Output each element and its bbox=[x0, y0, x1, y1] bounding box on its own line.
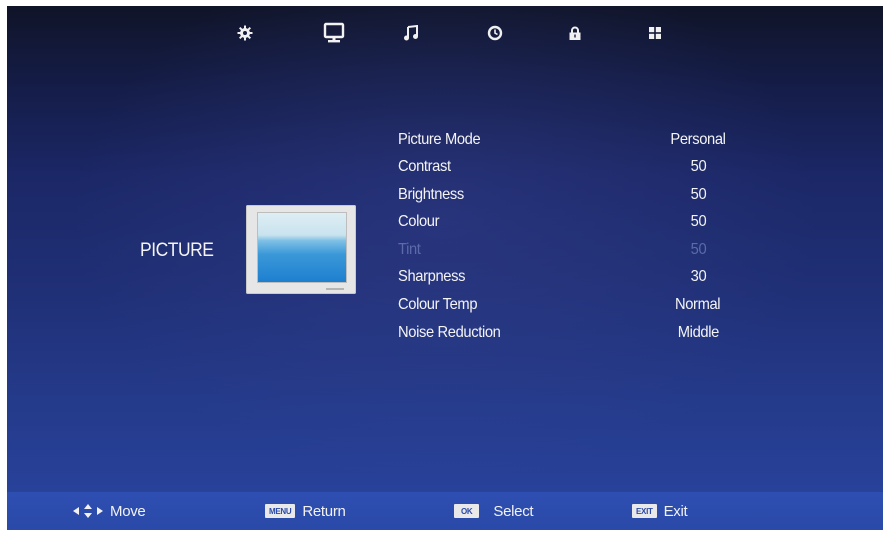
setting-label: Brightness bbox=[398, 186, 464, 203]
setting-label: Colour Temp bbox=[398, 296, 478, 313]
hint-exit-label: Exit bbox=[663, 502, 688, 520]
hint-return-label: Return bbox=[302, 502, 346, 520]
setting-colour[interactable]: Colour 50 bbox=[398, 213, 738, 237]
thumbnail-logo bbox=[326, 288, 344, 290]
menu-key-badge: MENU bbox=[265, 504, 296, 518]
setting-label: Tint bbox=[398, 241, 421, 258]
setting-sharpness[interactable]: Sharpness 30 bbox=[398, 268, 738, 292]
setup-gear-icon[interactable] bbox=[230, 20, 260, 46]
help-bar: Move MENU Return OK Select EXIT Exit bbox=[7, 492, 883, 530]
hint-select: OK Select bbox=[454, 501, 534, 521]
setting-label: Noise Reduction bbox=[398, 324, 501, 341]
setting-label: Colour bbox=[398, 213, 440, 230]
sound-note-icon[interactable] bbox=[396, 20, 426, 46]
time-clock-icon[interactable] bbox=[480, 20, 510, 46]
section-title: PICTURE bbox=[140, 240, 214, 261]
hint-exit: EXIT Exit bbox=[632, 501, 688, 521]
setting-value: 50 bbox=[690, 241, 706, 258]
setting-value: 30 bbox=[690, 268, 706, 285]
exit-key-badge: EXIT bbox=[632, 504, 657, 518]
setting-value: Personal bbox=[670, 131, 726, 148]
thumbnail-screen bbox=[257, 212, 347, 283]
picture-thumbnail bbox=[246, 205, 356, 294]
setting-label: Contrast bbox=[398, 158, 451, 175]
setting-colour-temp[interactable]: Colour Temp Normal bbox=[398, 296, 738, 320]
setting-value: Middle bbox=[677, 324, 719, 341]
lock-icon[interactable] bbox=[560, 20, 590, 46]
setting-noise-reduction[interactable]: Noise Reduction Middle bbox=[398, 324, 738, 348]
setting-value: Normal bbox=[675, 296, 721, 313]
tv-menu-screen: PICTURE Picture Mode Personal Contrast 5… bbox=[7, 6, 883, 530]
picture-monitor-icon[interactable] bbox=[319, 20, 349, 46]
move-arrows-icon bbox=[72, 503, 104, 519]
setting-picture-mode[interactable]: Picture Mode Personal bbox=[398, 131, 738, 155]
setting-value: 50 bbox=[690, 158, 706, 175]
setting-label: Picture Mode bbox=[398, 131, 481, 148]
setting-brightness[interactable]: Brightness 50 bbox=[398, 186, 738, 210]
ok-key-badge: OK bbox=[454, 504, 480, 518]
setting-contrast[interactable]: Contrast 50 bbox=[398, 158, 738, 182]
hint-move: Move bbox=[72, 501, 146, 521]
setting-label: Sharpness bbox=[398, 268, 466, 285]
hint-move-label: Move bbox=[110, 502, 146, 520]
hint-select-label: Select bbox=[493, 502, 534, 520]
feature-grid-icon[interactable] bbox=[640, 20, 670, 46]
hint-return: MENU Return bbox=[265, 501, 346, 521]
setting-value: 50 bbox=[690, 213, 706, 230]
setting-tint: Tint 50 bbox=[398, 241, 738, 265]
setting-value: 50 bbox=[690, 186, 706, 203]
